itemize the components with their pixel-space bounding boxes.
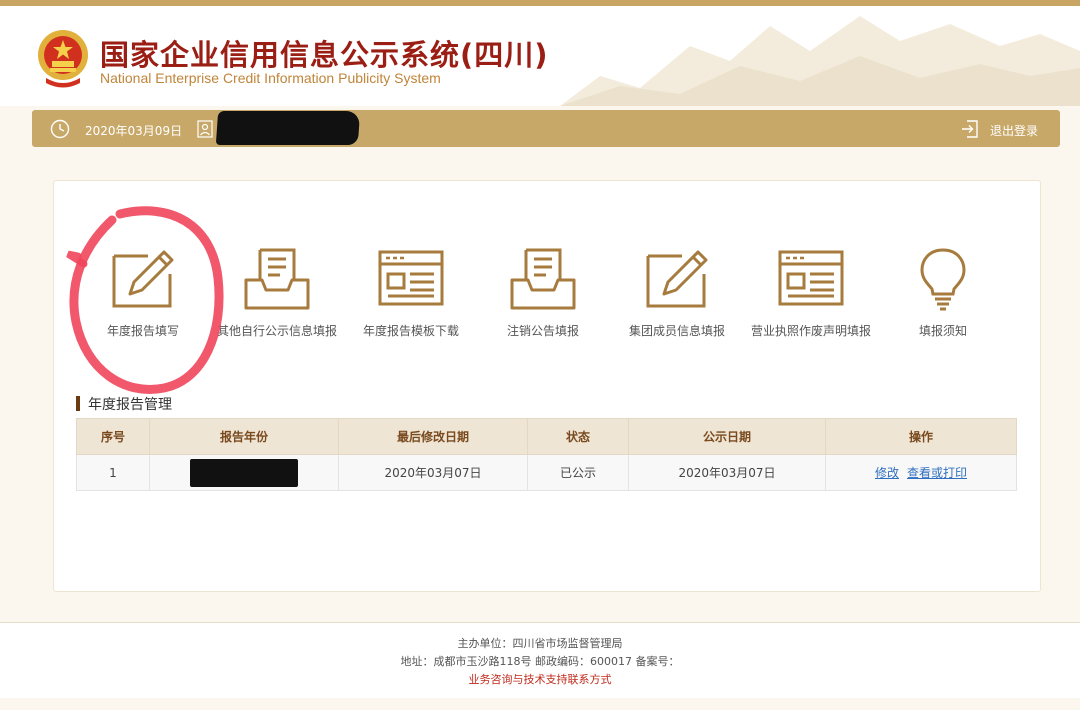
header-report-year: 报告年份 [150, 419, 339, 455]
tool-template-download[interactable]: 年度报告模板下载 [336, 246, 486, 339]
cell-status: 已公示 [528, 455, 629, 491]
tool-annual-report-fill[interactable]: 年度报告填写 [68, 246, 218, 339]
cell-index: 1 [77, 455, 150, 491]
tool-cancellation-notice[interactable]: 注销公告填报 [468, 246, 618, 339]
cell-publish-date: 2020年03月07日 [629, 455, 826, 491]
edit-link[interactable]: 修改 [875, 466, 899, 480]
table-row: 1 2020年03月07日 已公示 2020年03月07日 修改查看或打印 [77, 455, 1017, 491]
edit-icon [642, 246, 712, 312]
header-status: 状态 [528, 419, 629, 455]
tool-label: 年度报告模板下载 [336, 322, 486, 339]
cell-operations: 修改查看或打印 [826, 455, 1017, 491]
logout-link[interactable]: 退出登录 [990, 122, 1038, 139]
inbox-icon [508, 246, 578, 312]
view-print-link[interactable]: 查看或打印 [907, 466, 967, 480]
tool-label: 年度报告填写 [68, 322, 218, 339]
logout-icon[interactable] [960, 119, 980, 139]
inbox-icon [242, 246, 312, 312]
footer-host: 主办单位：四川省市场监督管理局 [0, 635, 1080, 653]
tool-group-member[interactable]: 集团成员信息填报 [602, 246, 752, 339]
header-operations: 操作 [826, 419, 1017, 455]
site-title: 国家企业信用信息公示系统(四川) [100, 32, 549, 74]
tool-license-void[interactable]: 营业执照作废声明填报 [736, 246, 886, 339]
header-publish-date: 公示日期 [629, 419, 826, 455]
footer-address: 地址：成都市玉沙路118号 邮政编码：600017 备案号： [0, 653, 1080, 671]
tool-label: 营业执照作废声明填报 [736, 322, 886, 339]
annual-report-table: 序号 报告年份 最后修改日期 状态 公示日期 操作 1 2020年03月07日 … [76, 418, 1017, 491]
cell-modified-date: 2020年03月07日 [339, 455, 528, 491]
site-footer: 主办单位：四川省市场监督管理局 地址：成都市玉沙路118号 邮政编码：60001… [0, 622, 1080, 698]
mountain-background [560, 6, 1080, 106]
site-header: 国家企业信用信息公示系统(四川) National Enterprise Cre… [0, 6, 1080, 106]
redacted-report-year [190, 459, 298, 487]
table-header-row: 序号 报告年份 最后修改日期 状态 公示日期 操作 [77, 419, 1017, 455]
header-modified-date: 最后修改日期 [339, 419, 528, 455]
tool-instructions[interactable]: 填报须知 [868, 246, 1018, 339]
lightbulb-icon [908, 246, 978, 312]
tool-label: 注销公告填报 [468, 322, 618, 339]
tool-other-publicity[interactable]: 其他自行公示信息填报 [202, 246, 352, 339]
browser-window-icon [776, 246, 846, 312]
section-title: 年度报告管理 [76, 394, 172, 414]
clock-icon [50, 119, 70, 139]
footer-support-link[interactable]: 业务咨询与技术支持联系方式 [0, 671, 1080, 689]
cell-report-year [150, 455, 339, 491]
edit-icon [108, 246, 178, 312]
tool-label: 其他自行公示信息填报 [202, 322, 352, 339]
national-emblem-icon [36, 28, 90, 88]
header-index: 序号 [77, 419, 150, 455]
user-icon [197, 120, 213, 138]
current-date: 2020年03月09日 [85, 122, 182, 139]
tool-label: 填报须知 [868, 322, 1018, 339]
site-subtitle: National Enterprise Credit Information P… [100, 70, 441, 86]
user-bar: 2020年03月09日 退出登录 [32, 110, 1060, 147]
redacted-username [216, 111, 360, 145]
browser-window-icon [376, 246, 446, 312]
main-panel [53, 180, 1041, 592]
tool-label: 集团成员信息填报 [602, 322, 752, 339]
